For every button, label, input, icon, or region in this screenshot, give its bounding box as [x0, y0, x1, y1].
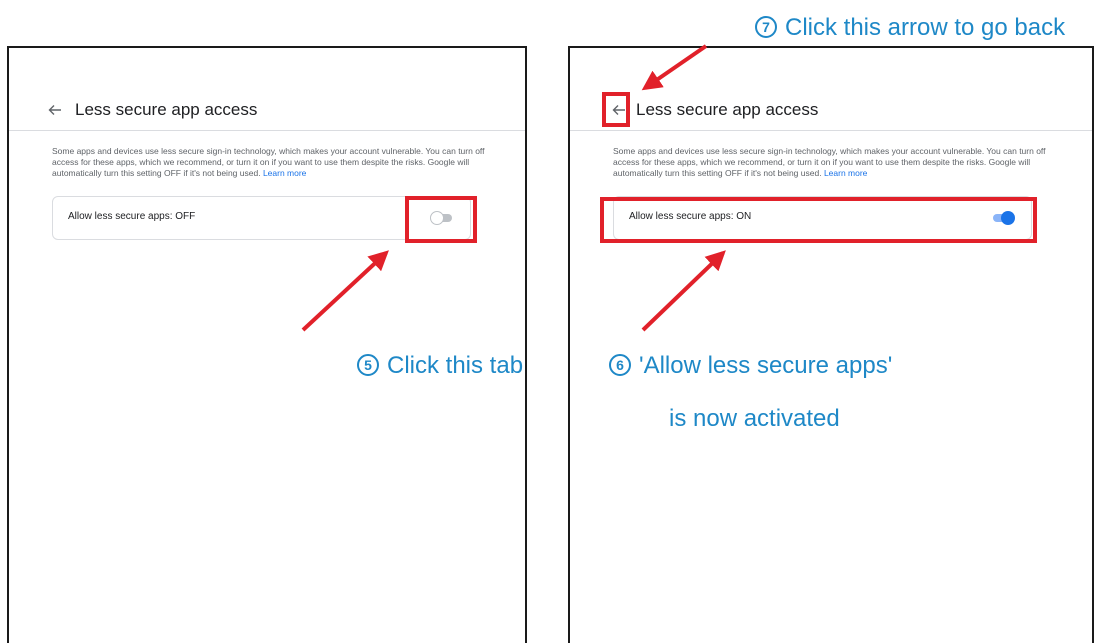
settings-panel-before: Less secure app access Some apps and dev… [7, 46, 527, 643]
step-number-badge: 6 [609, 354, 631, 376]
step6-callout-line2: is now activated [669, 405, 840, 432]
page-header: Less secure app access [9, 96, 525, 131]
step6-text-line1: 'Allow less secure apps' [639, 352, 893, 379]
page-title: Less secure app access [75, 100, 258, 119]
step5-callout: 5 Click this tab [357, 352, 523, 380]
page-title: Less secure app access [636, 100, 819, 119]
learn-more-link[interactable]: Learn more [263, 168, 306, 178]
highlight-back-arrow-box [602, 92, 630, 127]
step7-callout: 7 Click this arrow to go back [755, 14, 1065, 42]
page-header: Less secure app access [570, 96, 1092, 131]
step6-callout: 6 'Allow less secure apps' [609, 352, 892, 380]
step7-text: Click this arrow to go back [785, 14, 1066, 41]
learn-more-link[interactable]: Learn more [824, 168, 867, 178]
setting-label: Allow less secure apps: OFF [68, 211, 196, 222]
step-number-badge: 7 [755, 16, 777, 38]
settings-panel-after: Less secure app access Some apps and dev… [568, 46, 1094, 643]
highlight-toggle-box [405, 196, 477, 243]
step-number-badge: 5 [357, 354, 379, 376]
arrow-left-icon[interactable] [45, 100, 65, 120]
highlight-setting-row-box [600, 197, 1037, 243]
description-text: Some apps and devices use less secure si… [613, 146, 1046, 178]
description-text: Some apps and devices use less secure si… [52, 146, 485, 178]
step5-text: Click this tab [387, 352, 524, 379]
